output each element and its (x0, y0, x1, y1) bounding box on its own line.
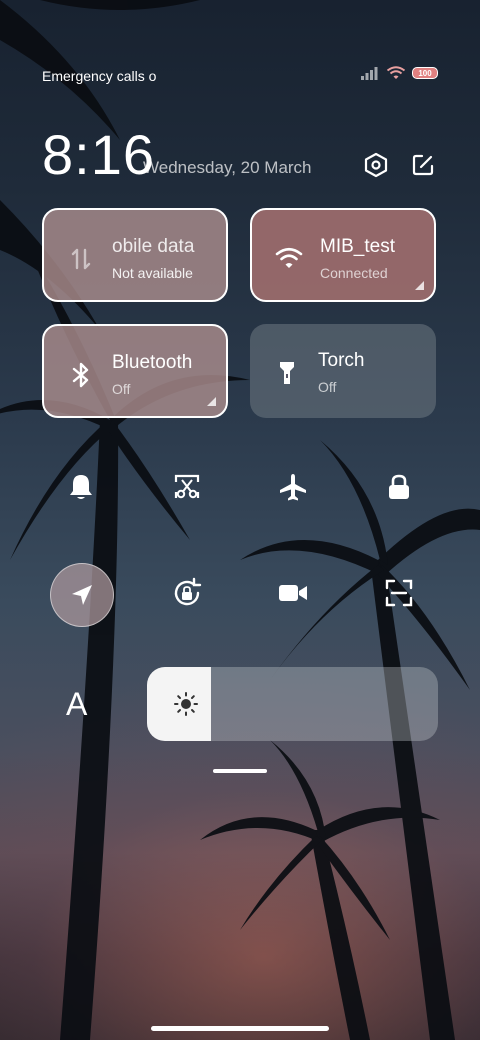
clock: 8:16 (42, 123, 155, 186)
wifi-status-icon (386, 66, 406, 79)
location-toggle[interactable] (50, 563, 114, 627)
signal-icon (361, 67, 378, 80)
wifi-tile[interactable]: MIB_test Connected (250, 208, 436, 302)
airplane-icon (280, 474, 306, 501)
torch-tile[interactable]: Torch Off (250, 324, 436, 418)
auto-brightness-label[interactable]: A (66, 686, 87, 723)
sound-toggle[interactable] (51, 457, 111, 517)
lock-screen-toggle[interactable] (369, 457, 429, 517)
bluetooth-tile[interactable]: Bluetooth Off (42, 324, 228, 418)
torch-title: Torch (318, 350, 365, 371)
scan-icon (385, 579, 413, 607)
bell-icon (70, 475, 92, 499)
date-text: Wednesday, 20 March (143, 158, 312, 177)
mobile-data-tile[interactable]: obile data Not available (42, 208, 228, 302)
battery-icon: 100 (412, 67, 438, 79)
edit-icon (412, 154, 434, 176)
lock-icon (389, 474, 409, 499)
settings-button[interactable] (361, 150, 391, 180)
video-camera-icon (279, 585, 307, 601)
screenshot-toggle[interactable] (157, 457, 217, 517)
carrier-text: Emergency calls o (42, 68, 157, 84)
rotation-lock-icon (174, 577, 202, 606)
expand-corner-icon[interactable] (207, 397, 216, 406)
scanner-toggle[interactable] (369, 563, 429, 623)
status-bar: Emergency calls o 100 (42, 66, 438, 86)
torch-icon (272, 358, 302, 388)
edit-button[interactable] (408, 150, 438, 180)
wifi-icon (274, 244, 304, 274)
screen-record-toggle[interactable] (263, 563, 323, 623)
torch-subtitle: Off (318, 379, 337, 395)
bluetooth-subtitle: Off (112, 381, 131, 397)
mobile-data-icon (66, 244, 96, 274)
airplane-mode-toggle[interactable] (263, 457, 323, 517)
brightness-slider[interactable] (147, 667, 438, 741)
panel-drag-handle[interactable] (213, 769, 267, 773)
expand-corner-icon[interactable] (415, 281, 424, 290)
mobile-data-subtitle: Not available (112, 265, 193, 281)
wifi-title: MIB_test (320, 236, 395, 257)
screenshot-scissors-icon (174, 474, 200, 499)
rotation-lock-toggle[interactable] (157, 563, 217, 623)
location-icon (72, 585, 92, 605)
sun-icon (174, 692, 198, 716)
wifi-subtitle: Connected (320, 265, 388, 281)
home-indicator[interactable] (151, 1026, 329, 1031)
mobile-data-title: obile data (112, 236, 195, 257)
bluetooth-icon (66, 360, 96, 390)
bluetooth-title: Bluetooth (112, 352, 193, 373)
settings-hexagon-icon (364, 152, 388, 178)
